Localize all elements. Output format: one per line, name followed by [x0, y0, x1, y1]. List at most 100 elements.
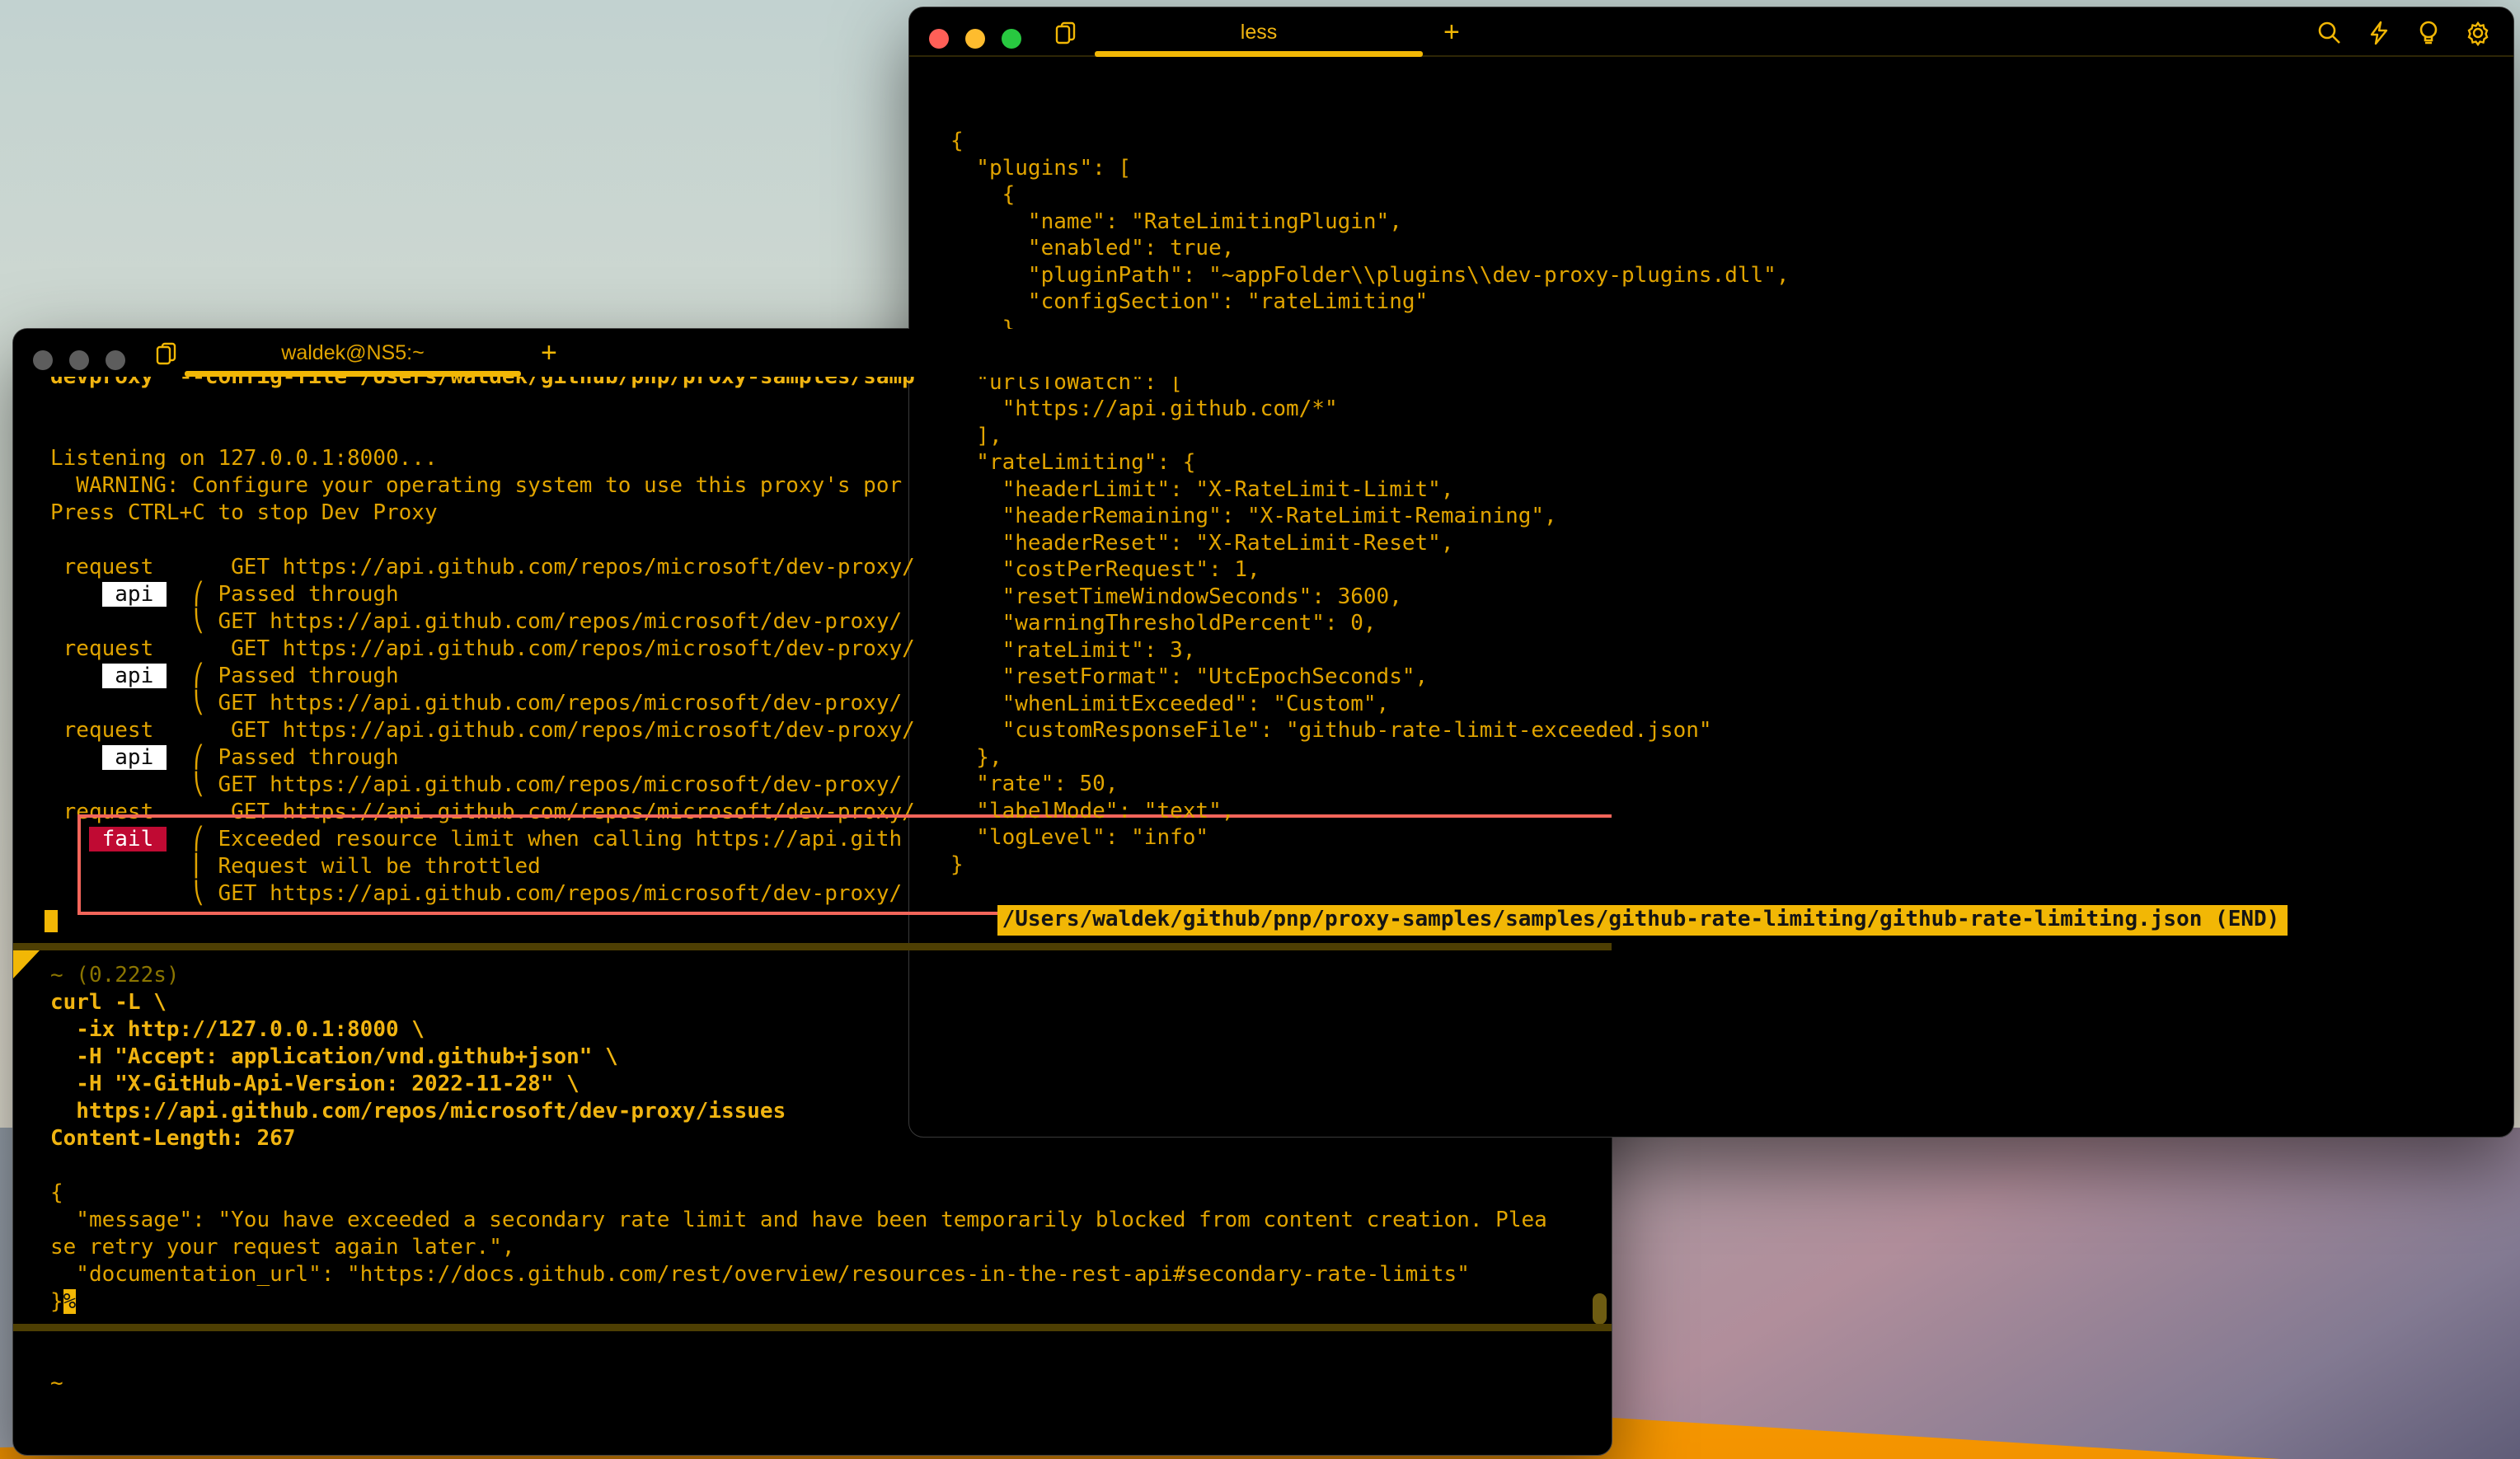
terminal-text: curl -L \ — [50, 990, 167, 1015]
terminal-line: }% — [50, 1288, 1602, 1316]
terminal-text — [50, 745, 102, 770]
terminal-text: se retry your request again later.", — [50, 1235, 515, 1260]
json-line: } — [950, 851, 2497, 879]
json-line: "https://api.github.com/*" — [950, 396, 2497, 423]
fail-badge: fail — [89, 827, 167, 851]
tab-less[interactable]: less — [1095, 21, 1423, 45]
terminal-text: https://api.github.com/repos/microsoft/d… — [50, 1099, 786, 1124]
json-line: "customResponseFile": "github-rate-limit… — [950, 717, 2497, 744]
terminal-text — [167, 827, 192, 851]
terminal-line: ~ — [50, 1370, 1602, 1397]
terminal-text: ⎝ GET https://api.github.com/repos/micro… — [50, 691, 902, 715]
json-line: "plugins": [ — [950, 155, 2497, 182]
terminal-text: % — [63, 1289, 77, 1314]
terminal-text: request GET https://api.github.com/repos… — [50, 636, 915, 661]
bolt-icon[interactable] — [2365, 19, 2393, 47]
terminal-text: ⎜ Request will be throttled — [50, 854, 541, 879]
titlebar-tools — [2316, 19, 2492, 47]
close-button[interactable] — [33, 350, 53, 370]
zoom-button[interactable] — [1002, 29, 1021, 49]
json-line: { — [950, 181, 2497, 209]
active-tab-underline — [185, 371, 521, 377]
json-line: "whenLimitExceeded": "Custom", — [950, 691, 2497, 718]
api-badge: api — [102, 582, 167, 607]
json-line: "rateLimit": 3, — [950, 637, 2497, 664]
api-badge: api — [102, 745, 167, 770]
terminal-text: "message": "You have exceeded a secondar… — [50, 1208, 1547, 1232]
prompt-divider — [50, 1316, 1602, 1343]
terminal-text: -H "Accept: application/vnd.github+json"… — [50, 1044, 618, 1069]
front-traffic-lights — [929, 29, 1021, 49]
terminal-text: ~ (0.222s) — [50, 963, 180, 988]
close-button[interactable] — [929, 29, 949, 49]
json-line: "enabled": true, — [950, 235, 2497, 262]
terminal-line: se retry your request again later.", — [50, 1234, 1602, 1261]
terminal-text: ⎛ Passed through — [192, 664, 398, 688]
json-line: "costPerRequest": 1, — [950, 556, 2497, 584]
terminal-text: Listening on 127.0.0.1:8000... — [50, 446, 438, 471]
search-icon[interactable] — [2316, 19, 2344, 47]
terminal-line: { — [50, 1180, 1602, 1207]
json-line: "rate": 50, — [950, 771, 2497, 798]
terminal-text — [167, 582, 192, 607]
terminal-text: request GET https://api.github.com/repos… — [50, 800, 915, 824]
json-line: ], — [950, 423, 2497, 450]
terminal-text: -ix http://127.0.0.1:8000 \ — [50, 1017, 425, 1042]
json-line: "logLevel": "info" — [950, 824, 2497, 851]
terminal-cursor — [45, 910, 58, 932]
json-line: "resetTimeWindowSeconds": 3600, — [950, 584, 2497, 611]
json-line: "resetFormat": "UtcEpochSeconds", — [950, 664, 2497, 691]
terminal-text: ⎝ GET https://api.github.com/repos/micro… — [50, 772, 902, 797]
back-titlebar: waldek@NS5:~ + — [13, 329, 1612, 377]
terminal-text — [167, 664, 192, 688]
json-line: "warningThresholdPercent": 0, — [950, 610, 2497, 637]
terminal-text: { — [50, 1180, 63, 1205]
json-line: "headerReset": "X-RateLimit-Reset", — [950, 530, 2497, 557]
terminal-line: -ix http://127.0.0.1:8000 \ — [50, 1016, 1602, 1044]
gear-icon[interactable] — [2464, 19, 2492, 47]
terminal-text: request GET https://api.github.com/repos… — [50, 555, 915, 579]
terminal-text: ⎛ Exceeded resource limit when calling h… — [192, 827, 902, 851]
terminal-text — [50, 582, 102, 607]
json-line: "labelMode": "text", — [950, 798, 2497, 825]
minimize-button[interactable] — [69, 350, 89, 370]
terminal-text: Press CTRL+C to stop Dev Proxy — [50, 500, 438, 525]
json-line: "headerRemaining": "X-RateLimit-Remainin… — [950, 503, 2497, 530]
api-badge: api — [102, 664, 167, 688]
back-traffic-lights — [33, 350, 125, 370]
book-icon[interactable] — [1051, 18, 1081, 48]
tab-terminal-session[interactable]: waldek@NS5:~ — [185, 341, 521, 365]
terminal-text: ⎝ GET https://api.github.com/repos/micro… — [50, 609, 902, 634]
less-json-view: { "plugins": [ { "name": "RateLimitingPl… — [909, 57, 2513, 963]
new-tab-button[interactable]: + — [541, 339, 557, 367]
minimize-button[interactable] — [965, 29, 985, 49]
terminal-line: "documentation_url": "https://docs.githu… — [50, 1261, 1602, 1288]
terminal-text: ⎛ Passed through — [192, 582, 398, 607]
book-icon[interactable] — [152, 339, 181, 368]
terminal-text: } — [50, 1289, 63, 1314]
terminal-text: ⎝ GET https://api.github.com/repos/micro… — [50, 881, 902, 906]
terminal-text — [167, 745, 192, 770]
json-line: "name": "RateLimitingPlugin", — [950, 209, 2497, 236]
json-line: "headerLimit": "X-RateLimit-Limit", — [950, 476, 2497, 504]
front-titlebar: less + — [909, 7, 2513, 57]
json-line: "pluginPath": "~appFolder\\plugins\\dev-… — [950, 262, 2497, 289]
terminal-text: WARNING: Configure your operating system… — [50, 473, 902, 498]
json-line: }, — [950, 744, 2497, 772]
new-tab-button[interactable]: + — [1443, 18, 1460, 46]
terminal-text: Content-Length: 267 — [50, 1126, 295, 1151]
json-line: "configSection": "rateLimiting" — [950, 289, 2497, 316]
terminal-line: -H "Accept: application/vnd.github+json"… — [50, 1044, 1602, 1071]
terminal-text: "documentation_url": "https://docs.githu… — [50, 1262, 1470, 1287]
terminal-line — [50, 1343, 1602, 1370]
terminal-line: https://api.github.com/repos/microsoft/d… — [50, 1098, 1602, 1125]
terminal-text — [50, 827, 89, 851]
terminal-line: Content-Length: 267 — [50, 1125, 1602, 1152]
json-line: { — [950, 128, 2497, 155]
zoom-button[interactable] — [106, 350, 125, 370]
mark-flag — [13, 950, 40, 978]
terminal-line: curl -L \ — [50, 989, 1602, 1016]
json-lines: { "plugins": [ { "name": "RateLimitingPl… — [950, 128, 2497, 878]
terminal-line: "message": "You have exceeded a secondar… — [50, 1207, 1602, 1234]
bulb-icon[interactable] — [2414, 19, 2443, 47]
